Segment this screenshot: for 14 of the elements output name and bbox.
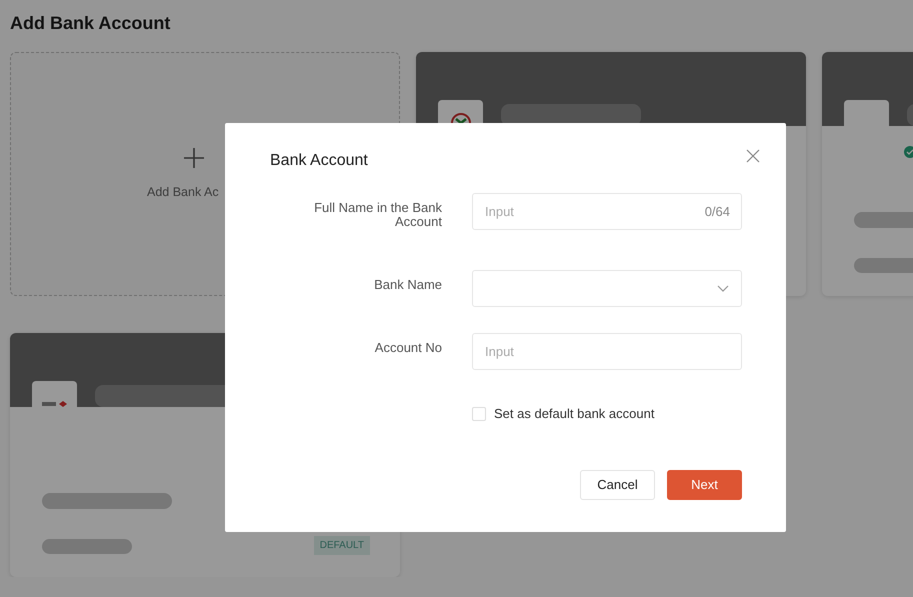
plus-icon xyxy=(183,146,205,169)
cancel-button[interactable]: Cancel xyxy=(580,470,655,500)
select-field[interactable] xyxy=(472,270,742,307)
default-tag: DEFAULT xyxy=(314,536,370,555)
input-field[interactable]: Input xyxy=(472,333,742,370)
checkbox-label: Set as default bank account xyxy=(494,405,654,423)
next-button[interactable]: Next xyxy=(667,470,742,500)
close-button[interactable] xyxy=(744,147,762,165)
add-card-label: Add Bank Ac xyxy=(147,184,219,201)
character-counter: 0/64 xyxy=(704,204,730,219)
checkbox[interactable] xyxy=(472,406,486,421)
page-title: Add Bank Account xyxy=(10,12,172,34)
chevron-down-icon xyxy=(717,285,729,292)
dialog-title: Bank Account xyxy=(270,151,369,171)
